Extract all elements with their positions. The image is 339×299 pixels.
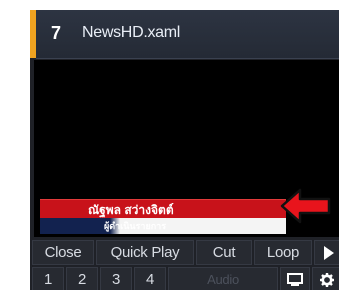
cut-button[interactable]: Cut <box>196 240 252 265</box>
loop-button[interactable]: Loop <box>254 240 312 265</box>
playout-controls-row: Close Quick Play Cut Loop <box>30 240 339 267</box>
lower-third-role-bar: ผู้ดำเนินรายการ <box>40 218 286 234</box>
quick-play-button[interactable]: Quick Play <box>96 240 194 265</box>
play-button[interactable] <box>314 240 339 265</box>
monitor-button[interactable] <box>280 267 310 290</box>
close-button[interactable]: Close <box>32 240 94 265</box>
layer-controls-row: 1 2 3 4 Audio <box>30 267 339 290</box>
channel-title-bar[interactable]: 7 NewsHD.xaml <box>36 10 339 59</box>
layer-2-button[interactable]: 2 <box>66 267 98 290</box>
lower-third-name-bar: ณัฐพล สว่างจิตต์ <box>40 199 286 218</box>
gear-icon <box>320 272 334 287</box>
lower-third-role: ผู้ดำเนินรายการ <box>104 221 167 231</box>
play-icon <box>324 245 334 260</box>
monitor-icon <box>287 272 303 286</box>
settings-button[interactable] <box>312 267 339 290</box>
template-file-name: NewsHD.xaml <box>82 24 181 41</box>
layer-3-button[interactable]: 3 <box>100 267 132 290</box>
layer-4-button[interactable]: 4 <box>134 267 166 290</box>
channel-number: 7 <box>51 23 62 43</box>
annotation-arrow-icon <box>280 188 331 224</box>
channel-panel: 7 NewsHD.xaml ณัฐพล สว่างจิตต์ ผู้ดำเนิน… <box>30 10 339 290</box>
layer-1-button[interactable]: 1 <box>32 267 64 290</box>
audio-button[interactable]: Audio <box>168 267 278 290</box>
